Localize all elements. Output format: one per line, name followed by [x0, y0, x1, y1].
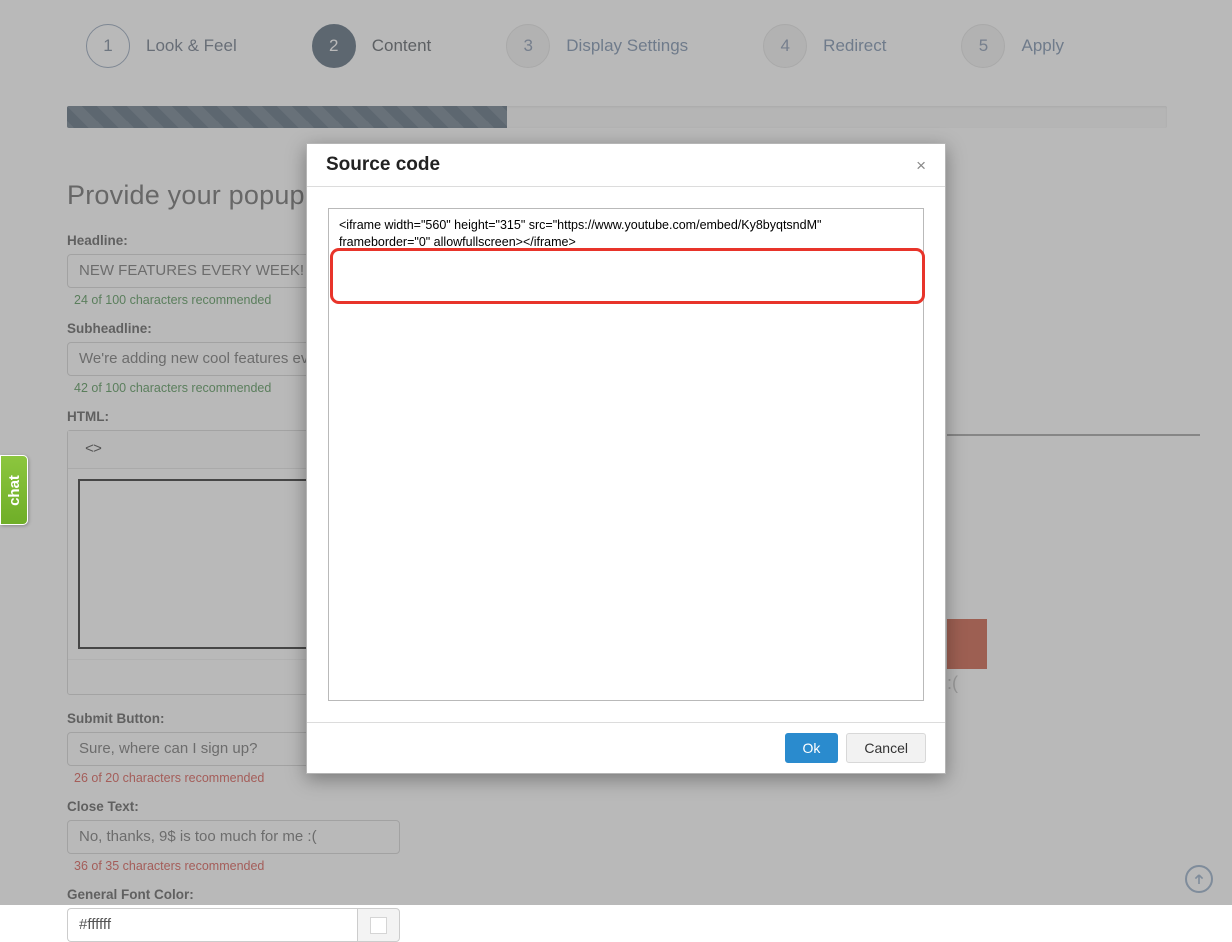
chat-tab-button[interactable]: chat	[0, 455, 28, 525]
modal-footer: Ok Cancel	[307, 722, 945, 773]
modal-header: Source code ×	[307, 144, 945, 187]
font-color-swatch-button[interactable]	[357, 908, 400, 942]
font-color-row: #ffffff	[67, 908, 400, 942]
cancel-button[interactable]: Cancel	[846, 733, 926, 763]
modal-body	[307, 187, 945, 722]
ok-button[interactable]: Ok	[784, 733, 839, 763]
scroll-to-top-button[interactable]	[1185, 865, 1213, 893]
arrow-up-icon	[1194, 874, 1204, 884]
source-code-textarea[interactable]	[328, 208, 924, 701]
chat-tab-label: chat	[5, 474, 23, 506]
font-color-input[interactable]: #ffffff	[67, 908, 357, 942]
color-swatch-preview	[370, 916, 387, 934]
source-code-modal: Source code × Ok Cancel	[306, 143, 946, 774]
modal-title: Source code	[326, 154, 441, 175]
close-icon[interactable]: ×	[916, 157, 926, 174]
